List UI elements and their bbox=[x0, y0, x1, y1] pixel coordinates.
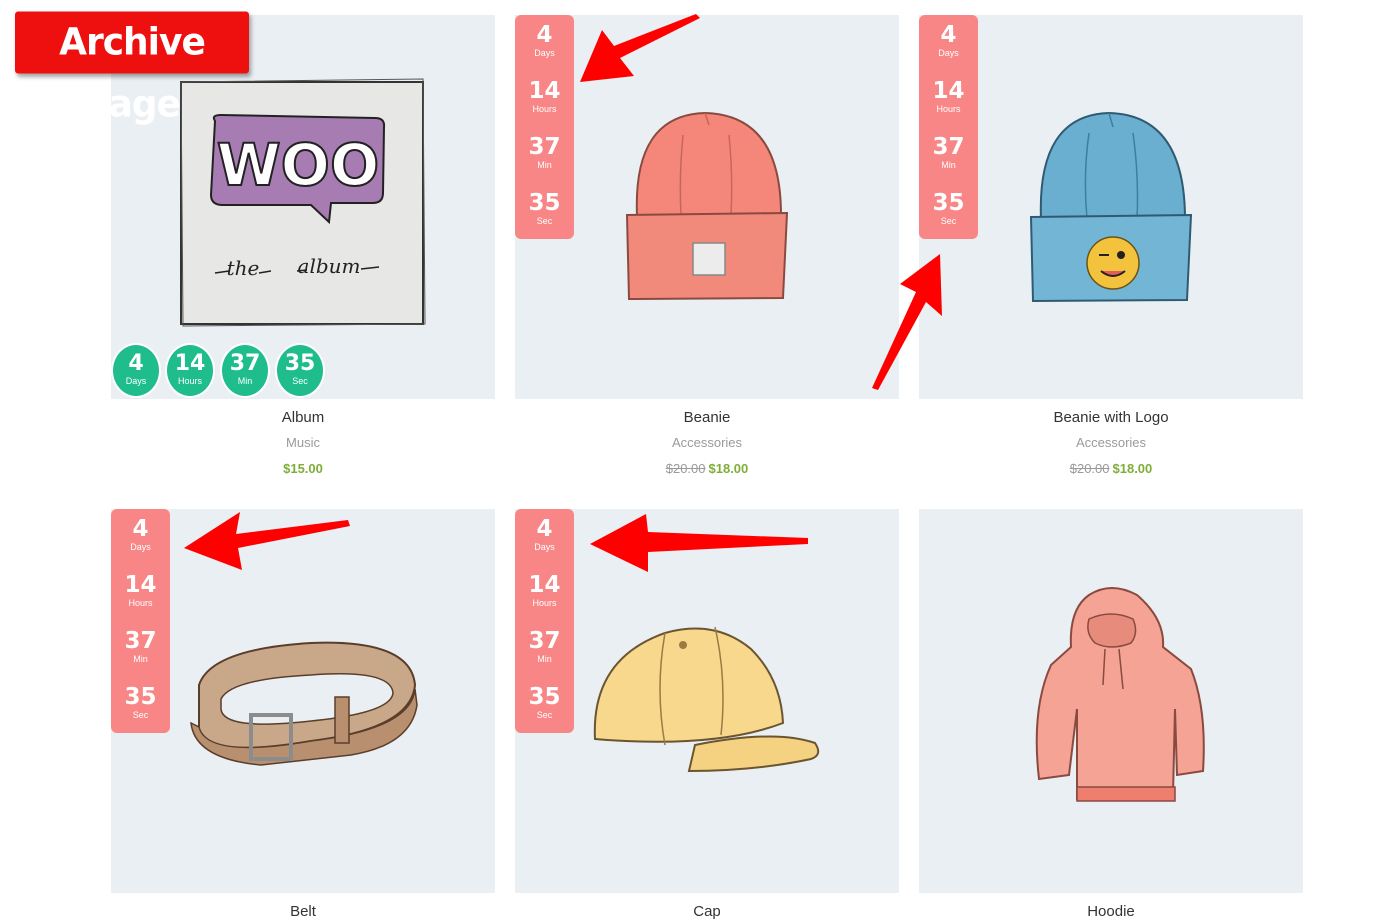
countdown-seconds-label: Sec bbox=[132, 710, 149, 720]
countdown-days-label: Days bbox=[130, 542, 151, 552]
countdown-seconds-label: Sec bbox=[536, 216, 553, 226]
product-price: $15.00 bbox=[111, 461, 495, 476]
countdown-days: 4 bbox=[128, 351, 144, 376]
countdown-hours-label: Hours bbox=[177, 376, 202, 386]
product-image[interactable]: 4 Days 14 Hours 37 Min 35 Sec bbox=[111, 509, 495, 893]
countdown-timer: 4 Days 14 Hours 37 Min 35 Sec bbox=[111, 509, 170, 733]
product-title[interactable]: Belt bbox=[111, 903, 495, 923]
countdown-days-label: Days bbox=[534, 542, 555, 552]
price-old: $20.00 bbox=[665, 461, 706, 476]
price-old: $20.00 bbox=[1069, 461, 1110, 476]
countdown-days-label: Days bbox=[938, 48, 959, 58]
countdown-seconds: 35 bbox=[124, 684, 157, 710]
countdown-minutes: 37 bbox=[229, 351, 261, 376]
album-logo-text: WOO bbox=[217, 131, 380, 199]
countdown-minutes: 37 bbox=[124, 628, 157, 654]
price-current: $18.00 bbox=[1112, 461, 1153, 476]
countdown-seconds-label: Sec bbox=[292, 376, 308, 386]
countdown-seconds-circle: 35 Sec bbox=[275, 343, 325, 398]
archive-page-badge: Archive Page bbox=[15, 11, 249, 126]
product-category[interactable]: Music bbox=[111, 435, 495, 453]
product-image[interactable]: 4 Days 14 Hours 37 Min 35 Sec bbox=[515, 509, 899, 893]
product-card-cap[interactable]: 4 Days 14 Hours 37 Min 35 Sec Cap bbox=[515, 509, 899, 923]
countdown-minutes-label: Min bbox=[537, 160, 552, 170]
countdown-days: 4 bbox=[536, 22, 553, 48]
countdown-days-label: Days bbox=[125, 376, 147, 386]
product-category[interactable]: Accessories bbox=[515, 435, 899, 453]
countdown-minutes-label: Min bbox=[941, 160, 956, 170]
countdown-seconds: 35 bbox=[528, 684, 561, 710]
countdown-minutes: 37 bbox=[528, 628, 561, 654]
product-title[interactable]: Cap bbox=[515, 903, 899, 923]
product-title[interactable]: Beanie with Logo bbox=[919, 409, 1303, 429]
product-card-hoodie[interactable]: Hoodie bbox=[919, 509, 1303, 923]
product-category[interactable]: Accessories bbox=[919, 435, 1303, 453]
countdown-days: 4 bbox=[132, 516, 149, 542]
product-image[interactable]: 4 Days 14 Hours 37 Min 35 Sec bbox=[515, 15, 899, 399]
product-image[interactable]: 4 Days 14 Hours 37 Min 35 Sec bbox=[919, 15, 1303, 399]
product-title[interactable]: Hoodie bbox=[919, 903, 1303, 923]
countdown-days: 4 bbox=[536, 516, 553, 542]
album-subtitle-left: the bbox=[227, 256, 260, 280]
countdown-seconds-label: Sec bbox=[940, 216, 957, 226]
product-title[interactable]: Album bbox=[111, 409, 495, 429]
countdown-timer: 4 Days 14 Hours 37 Min 35 Sec bbox=[515, 509, 574, 733]
countdown-hours-circle: 14 Hours bbox=[165, 343, 215, 398]
countdown-seconds-label: Sec bbox=[536, 710, 553, 720]
countdown-seconds: 35 bbox=[932, 190, 965, 216]
countdown-hours-label: Hours bbox=[532, 104, 557, 114]
countdown-minutes: 37 bbox=[528, 134, 561, 160]
countdown-minutes: 37 bbox=[932, 134, 965, 160]
product-image[interactable] bbox=[919, 509, 1303, 893]
product-card-beanie-with-logo[interactable]: 4 Days 14 Hours 37 Min 35 Sec Beanie with Lo… bbox=[919, 15, 1303, 476]
pink-hoodie-image bbox=[1035, 587, 1205, 802]
countdown-hours-label: Hours bbox=[532, 598, 557, 608]
countdown-seconds: 35 bbox=[284, 351, 316, 376]
product-card-beanie[interactable]: 4 Days 14 Hours 37 Min 35 Sec Beanie Accesso… bbox=[515, 15, 899, 476]
album-subtitle-right: album bbox=[298, 254, 361, 278]
product-card-belt[interactable]: 4 Days 14 Hours 37 Min 35 Sec Belt bbox=[111, 509, 495, 923]
countdown-seconds: 35 bbox=[528, 190, 561, 216]
countdown-days-circle: 4 Days bbox=[111, 343, 161, 398]
countdown-hours: 14 bbox=[932, 78, 965, 104]
price-current: $15.00 bbox=[283, 461, 323, 476]
countdown-hours-label: Hours bbox=[128, 598, 153, 608]
product-price: $20.00 $18.00 bbox=[919, 461, 1303, 476]
countdown-minutes-label: Min bbox=[537, 654, 552, 664]
countdown-days-label: Days bbox=[534, 48, 555, 58]
countdown-hours-label: Hours bbox=[936, 104, 961, 114]
countdown-timer: 4 Days 14 Hours 37 Min 35 Sec bbox=[515, 15, 574, 239]
countdown-minutes-circle: 37 Min bbox=[220, 343, 270, 398]
countdown-days: 4 bbox=[940, 22, 957, 48]
countdown-hours: 14 bbox=[124, 572, 157, 598]
countdown-timer: 4 Days 14 Hours 37 Min 35 Sec bbox=[919, 15, 978, 239]
product-price: $20.00 $18.00 bbox=[515, 461, 899, 476]
product-title[interactable]: Beanie bbox=[515, 409, 899, 429]
countdown-minutes-label: Min bbox=[237, 376, 253, 386]
countdown-hours: 14 bbox=[528, 572, 561, 598]
countdown-minutes-label: Min bbox=[133, 654, 148, 664]
countdown-hours: 14 bbox=[528, 78, 561, 104]
countdown-hours: 14 bbox=[174, 351, 206, 376]
price-current: $18.00 bbox=[708, 461, 749, 476]
